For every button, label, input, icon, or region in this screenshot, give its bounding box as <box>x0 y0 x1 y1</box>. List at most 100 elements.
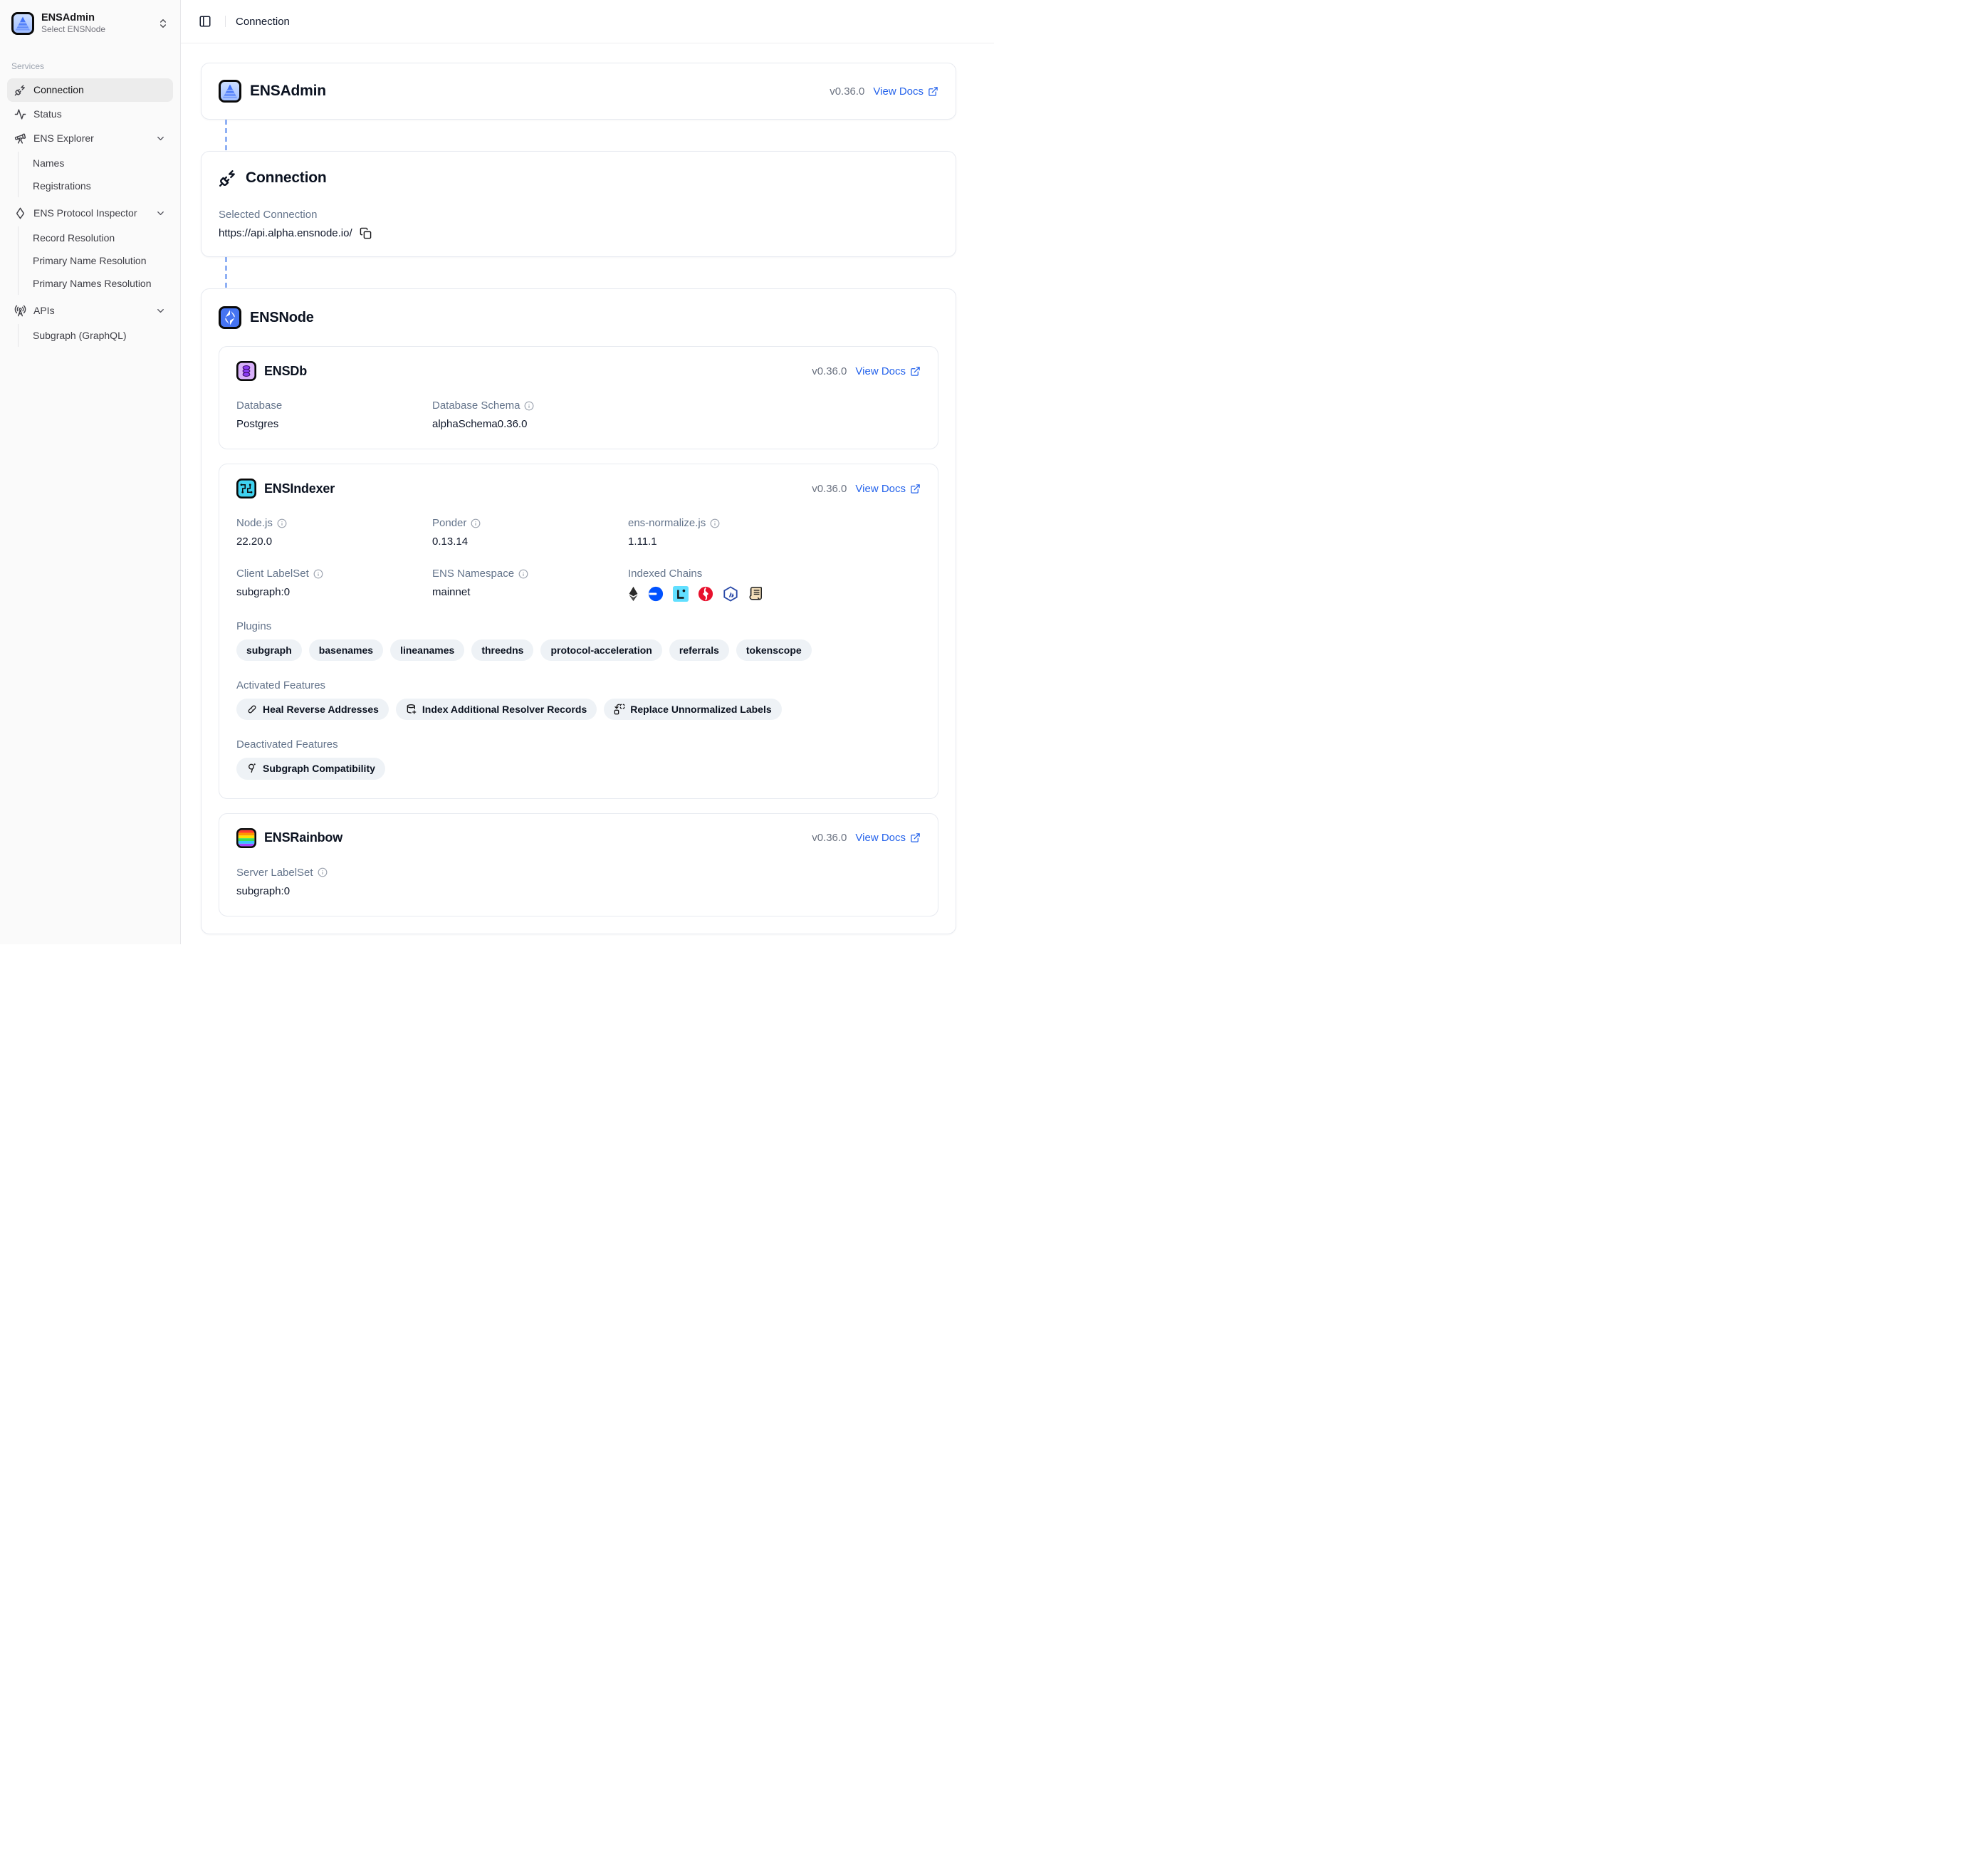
ensrainbow-logo-icon <box>236 828 256 848</box>
plugin-badge: tokenscope <box>736 639 812 661</box>
ensdb-card: ENSDb v0.36.0 View Docs <box>219 346 938 449</box>
ponder-label: Ponder <box>432 517 466 529</box>
info-icon[interactable] <box>277 518 287 528</box>
sidebar-item-label: Subgraph (GraphQL) <box>33 330 127 341</box>
ponder-field: Ponder 0.13.14 <box>432 517 628 548</box>
info-icon[interactable] <box>710 518 720 528</box>
ensindexer-version: v0.36.0 <box>812 483 847 495</box>
sidebar-item-ens-protocol-inspector[interactable]: ENS Protocol Inspector <box>7 202 173 225</box>
indexed-chains-label: Indexed Chains <box>628 568 921 580</box>
linea-icon <box>673 586 689 602</box>
database-schema-value: alphaSchema0.36.0 <box>432 418 628 430</box>
info-icon[interactable] <box>318 867 328 877</box>
sidebar-item-label: Registrations <box>33 180 91 192</box>
deactivated-features-badges: Subgraph Compatibility <box>236 758 921 779</box>
ensdb-logo-icon <box>236 361 256 381</box>
sidebar-section-label: Services <box>6 61 174 71</box>
ensadmin-logo-icon <box>219 80 241 103</box>
ensnode-selector[interactable]: ENSAdmin Select ENSNode <box>6 6 174 41</box>
client-labelset-label: Client LabelSet <box>236 568 309 580</box>
selected-connection-label: Selected Connection <box>219 209 938 221</box>
ponder-value: 0.13.14 <box>432 536 628 548</box>
breadcrumb: Connection <box>236 16 290 28</box>
plugins-label: Plugins <box>236 620 921 632</box>
sidebar-item-primary-name-resolution[interactable]: Primary Name Resolution <box>20 249 174 272</box>
sidebar-item-ens-explorer[interactable]: ENS Explorer <box>7 127 173 150</box>
replace-icon <box>614 704 625 715</box>
database-schema-field: Database Schema alphaSchema0.36.0 <box>432 399 628 430</box>
feature-badge-label: Replace Unnormalized Labels <box>630 703 771 716</box>
ens-normalize-value: 1.11.1 <box>628 536 921 548</box>
sidebar-item-connection[interactable]: Connection <box>7 78 173 102</box>
ensrainbow-view-docs-link[interactable]: View Docs <box>855 832 921 844</box>
nodejs-value: 22.20.0 <box>236 536 432 548</box>
dashed-connector <box>225 257 227 288</box>
sidebar-item-apis[interactable]: APIs <box>7 299 173 323</box>
ensadmin-version: v0.36.0 <box>830 85 864 98</box>
ensdb-view-docs-link[interactable]: View Docs <box>855 365 921 377</box>
sidebar-item-label: Status <box>33 108 62 120</box>
sidebar-group-ens-explorer: Names Registrations <box>18 152 174 197</box>
copy-url-button[interactable] <box>360 227 372 239</box>
ensadmin-view-docs-link[interactable]: View Docs <box>873 85 938 98</box>
view-docs-label: View Docs <box>873 85 924 98</box>
base-icon <box>648 586 664 602</box>
indexed-chains-list <box>628 586 921 602</box>
feature-badge-replace-unnormalized-labels: Replace Unnormalized Labels <box>604 699 781 720</box>
sidebar-item-subgraph-graphql[interactable]: Subgraph (GraphQL) <box>20 324 174 347</box>
ensindexer-card: ENSIndexer v0.36.0 View Docs <box>219 464 938 799</box>
chevron-down-icon[interactable] <box>155 133 166 144</box>
ens-diamond-icon <box>14 207 26 219</box>
sidebar-item-label: Names <box>33 157 64 169</box>
sidebar: ENSAdmin Select ENSNode Services Connect… <box>0 0 181 944</box>
chevron-down-icon[interactable] <box>155 208 166 219</box>
ensrainbow-card-title: ENSRainbow <box>264 830 342 845</box>
sidebar-group-protocol-inspector: Record Resolution Primary Name Resolutio… <box>18 226 174 295</box>
connection-card-title: Connection <box>246 169 327 187</box>
ens-namespace-field: ENS Namespace mainnet <box>432 568 628 602</box>
info-icon[interactable] <box>518 569 528 579</box>
bandage-icon <box>246 704 258 715</box>
info-icon[interactable] <box>471 518 481 528</box>
connection-card: Connection Selected Connection https://a… <box>201 151 956 257</box>
chevron-down-icon[interactable] <box>155 305 166 316</box>
database-field: Database Postgres <box>236 399 432 430</box>
info-icon[interactable] <box>524 401 534 411</box>
deactivated-features-label: Deactivated Features <box>236 738 921 751</box>
sidebar-item-status[interactable]: Status <box>7 103 173 126</box>
server-labelset-value: subgraph:0 <box>236 885 432 897</box>
feature-badge-subgraph-compatibility: Subgraph Compatibility <box>236 758 385 779</box>
sidebar-item-label: Primary Names Resolution <box>33 278 152 289</box>
app-root: ENSAdmin Select ENSNode Services Connect… <box>0 0 994 944</box>
activated-features-label: Activated Features <box>236 679 921 691</box>
main-area: Connection ENSAdmin <box>181 0 994 944</box>
client-labelset-value: subgraph:0 <box>236 586 432 598</box>
sidebar-item-registrations[interactable]: Registrations <box>20 174 174 197</box>
arbitrum-icon <box>723 586 738 602</box>
deactivated-features-section: Deactivated Features Subgraph Compatibil… <box>236 738 921 779</box>
info-icon[interactable] <box>313 569 323 579</box>
sidebar-item-label: Record Resolution <box>33 232 115 244</box>
sidebar-item-record-resolution[interactable]: Record Resolution <box>20 226 174 249</box>
database-label: Database <box>236 399 432 412</box>
topbar-divider <box>225 16 226 27</box>
sidebar-toggle-button[interactable] <box>195 11 215 31</box>
app-subtitle: Select ENSNode <box>41 24 150 36</box>
ens-namespace-label: ENS Namespace <box>432 568 514 580</box>
plugins-section: Plugins subgraph basenames lineanames th… <box>236 620 921 661</box>
feature-badge-label: Index Additional Resolver Records <box>422 703 587 716</box>
top-bar: Connection <box>181 0 994 43</box>
ensindexer-view-docs-link[interactable]: View Docs <box>855 483 921 495</box>
plugins-badges: subgraph basenames lineanames threedns p… <box>236 639 921 661</box>
ensnode-card: ENSNode <box>201 288 956 934</box>
sidebar-item-primary-names-resolution[interactable]: Primary Names Resolution <box>20 272 174 295</box>
plugin-badge: threedns <box>471 639 533 661</box>
subgraph-icon <box>246 763 258 774</box>
ens-normalize-label: ens-normalize.js <box>628 517 706 529</box>
sidebar-item-names[interactable]: Names <box>20 152 174 174</box>
plugin-badge: basenames <box>309 639 383 661</box>
feature-badge-label: Subgraph Compatibility <box>263 762 375 775</box>
ethereum-icon <box>628 586 639 602</box>
app-title: ENSAdmin <box>41 11 150 24</box>
connection-url: https://api.alpha.ensnode.io/ <box>219 227 352 239</box>
